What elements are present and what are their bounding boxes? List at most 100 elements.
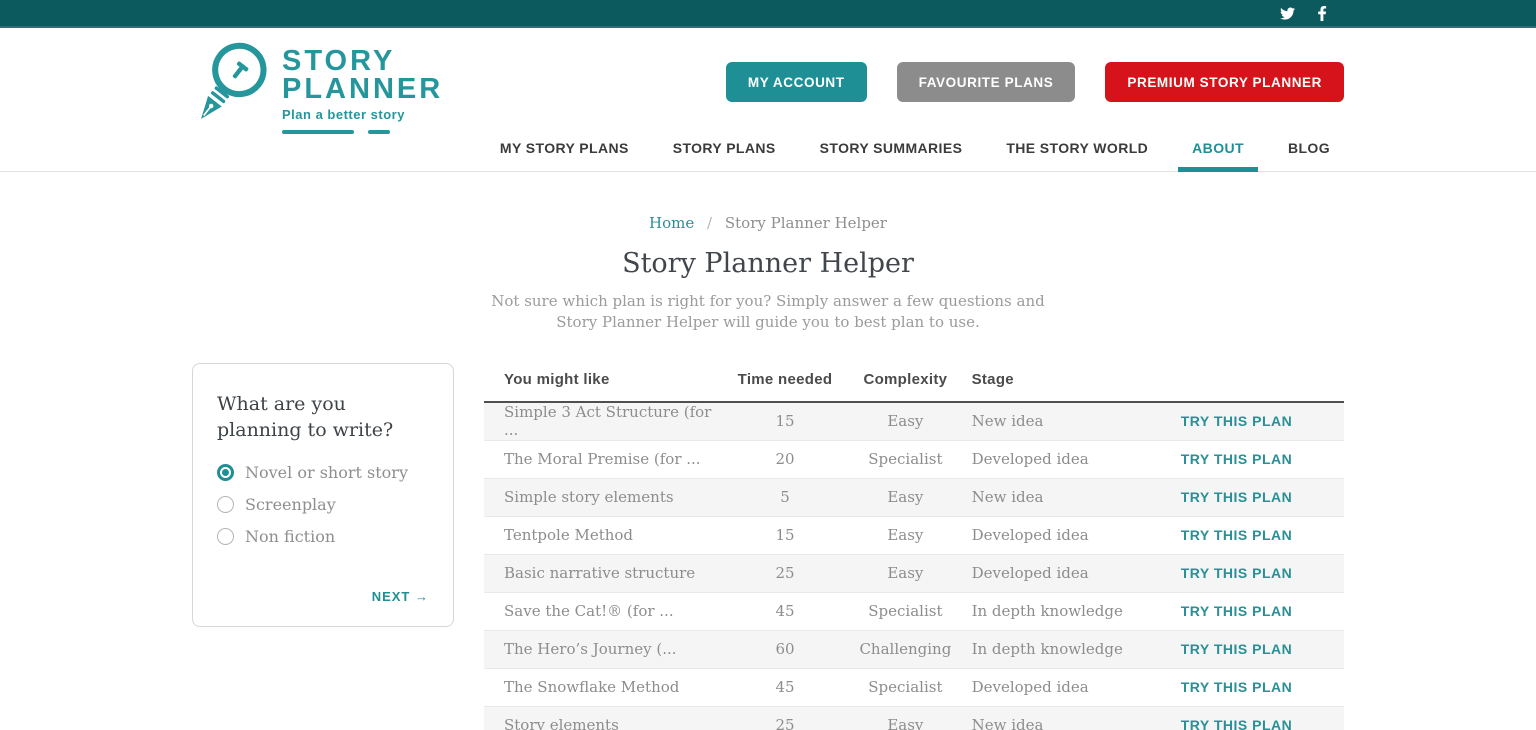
next-button[interactable]: NEXT → [372, 589, 429, 604]
breadcrumb-home-link[interactable]: Home [649, 214, 694, 232]
plan-cell-time: 25 [725, 706, 845, 730]
plan-cell-stage: New idea [966, 706, 1129, 730]
plan-cell-name: Basic narrative structure [484, 554, 725, 592]
logo[interactable]: STORY PLANNER Plan a better story [192, 38, 443, 134]
nav-item-my-story-plans[interactable]: MY STORY PLANS [486, 125, 643, 171]
plan-cell-complexity: Challenging [845, 630, 965, 668]
logo-text: STORY PLANNER Plan a better story [282, 38, 443, 134]
my-account-button[interactable]: MY ACCOUNT [726, 62, 867, 102]
nav-item-story-plans[interactable]: STORY PLANS [659, 125, 790, 171]
plan-cell-complexity: Easy [845, 516, 965, 554]
facebook-link[interactable] [1315, 6, 1330, 21]
plan-cell-complexity: Easy [845, 478, 965, 516]
plan-cell-action: TRY THIS PLAN [1129, 592, 1344, 630]
try-this-plan-link[interactable]: TRY THIS PLAN [1181, 717, 1293, 730]
plans-table: You might like Time needed Complexity St… [484, 363, 1344, 730]
column-header-stage: Stage [966, 363, 1129, 402]
try-this-plan-link[interactable]: TRY THIS PLAN [1181, 641, 1293, 657]
plan-row: Tentpole Method15EasyDeveloped ideaTRY T… [484, 516, 1344, 554]
plan-cell-time: 25 [725, 554, 845, 592]
plan-cell-name: Simple story elements [484, 478, 725, 516]
plan-cell-time: 5 [725, 478, 845, 516]
try-this-plan-link[interactable]: TRY THIS PLAN [1181, 603, 1293, 619]
plan-cell-complexity: Specialist [845, 592, 965, 630]
column-header-complexity: Complexity [845, 363, 965, 402]
try-this-plan-link[interactable]: TRY THIS PLAN [1181, 527, 1293, 543]
radio-option-label: Screenplay [245, 495, 336, 514]
logo-dashes [282, 130, 443, 134]
radio-option-screenplay[interactable]: Screenplay [217, 495, 429, 514]
plan-cell-stage: New idea [966, 402, 1129, 440]
question-options: Novel or short story Screenplay Non fictio… [217, 463, 429, 546]
plans-table-header-row: You might like Time needed Complexity St… [484, 363, 1344, 402]
plan-cell-stage: New idea [966, 478, 1129, 516]
plan-row: The Snowflake Method45SpecialistDevelope… [484, 668, 1344, 706]
lightbulb-pen-icon [192, 38, 274, 134]
plan-cell-name: The Snowflake Method [484, 668, 725, 706]
column-header-action [1129, 363, 1344, 402]
plan-row: The Moral Premise (for ...20SpecialistDe… [484, 440, 1344, 478]
plan-cell-complexity: Specialist [845, 440, 965, 478]
try-this-plan-link[interactable]: TRY THIS PLAN [1181, 489, 1293, 505]
breadcrumb-current: Story Planner Helper [725, 214, 887, 232]
main-nav: MY STORY PLANS STORY PLANS STORY SUMMARIES… [470, 125, 1344, 171]
question-text: What are you planning to write? [217, 392, 429, 443]
plan-cell-action: TRY THIS PLAN [1129, 706, 1344, 730]
page-subtitle: Not sure which plan is right for you? Si… [478, 291, 1058, 333]
plan-cell-time: 20 [725, 440, 845, 478]
plan-cell-time: 60 [725, 630, 845, 668]
plan-row: Story elements25EasyNew ideaTRY THIS PLA… [484, 706, 1344, 730]
plan-cell-time: 15 [725, 402, 845, 440]
column-header-time-needed: Time needed [725, 363, 845, 402]
header-inner: STORY PLANNER Plan a better story MY ACC… [192, 28, 1344, 171]
card-footer: NEXT → [217, 588, 429, 606]
plan-cell-name: Simple 3 Act Structure (for ... [484, 402, 725, 440]
main-content: What are you planning to write? Novel or… [192, 363, 1344, 730]
plans-table-head: You might like Time needed Complexity St… [484, 363, 1344, 402]
nav-item-story-summaries[interactable]: STORY SUMMARIES [806, 125, 977, 171]
radio-unselected-icon[interactable] [217, 528, 234, 545]
radio-option-non-fiction[interactable]: Non fiction [217, 527, 429, 546]
twitter-icon [1280, 6, 1295, 21]
plan-cell-complexity: Easy [845, 554, 965, 592]
column-header-you-might-like: You might like [484, 363, 725, 402]
plan-cell-name: Tentpole Method [484, 516, 725, 554]
plan-cell-name: The Moral Premise (for ... [484, 440, 725, 478]
radio-unselected-icon[interactable] [217, 496, 234, 513]
right-arrow-icon: → [415, 589, 429, 604]
plan-cell-stage: Developed idea [966, 440, 1129, 478]
logo-word-story: STORY [282, 48, 443, 76]
nav-item-the-story-world[interactable]: THE STORY WORLD [992, 125, 1162, 171]
header-right: MY ACCOUNT FAVOURITE PLANS PREMIUM STORY… [470, 28, 1344, 171]
top-social-bar-inner [192, 0, 1344, 26]
plan-cell-stage: Developed idea [966, 554, 1129, 592]
plan-cell-action: TRY THIS PLAN [1129, 630, 1344, 668]
radio-option-novel-or-short-story[interactable]: Novel or short story [217, 463, 429, 482]
plan-row: Simple story elements5EasyNew idea TRY TH… [484, 478, 1344, 516]
logo-dash-short [368, 130, 390, 134]
twitter-link[interactable] [1280, 6, 1295, 21]
plan-row: Basic narrative structure25EasyDeveloped… [484, 554, 1344, 592]
nav-item-blog[interactable]: BLOG [1274, 125, 1344, 171]
plan-cell-stage: Developed idea [966, 516, 1129, 554]
radio-option-label: Non fiction [245, 527, 335, 546]
nav-item-about[interactable]: ABOUT [1178, 125, 1258, 171]
try-this-plan-link[interactable]: TRY THIS PLAN [1181, 413, 1293, 429]
favourite-plans-button[interactable]: FAVOURITE PLANS [897, 62, 1076, 102]
plan-row: The Hero’s Journey (...60ChallengingIn d… [484, 630, 1344, 668]
try-this-plan-link[interactable]: TRY THIS PLAN [1181, 451, 1293, 467]
radio-selected-icon[interactable] [217, 464, 234, 481]
try-this-plan-link[interactable]: TRY THIS PLAN [1181, 679, 1293, 695]
question-card: What are you planning to write? Novel or… [192, 363, 454, 627]
logo-tagline: Plan a better story [282, 107, 443, 122]
page-title: Story Planner Helper [0, 248, 1536, 279]
breadcrumb: Home / Story Planner Helper [0, 214, 1536, 232]
plan-cell-action: TRY THIS PLAN [1129, 440, 1344, 478]
plan-cell-action: TRY THIS PLAN [1129, 516, 1344, 554]
premium-story-planner-button[interactable]: PREMIUM STORY PLANNER [1105, 62, 1344, 102]
breadcrumb-separator: / [707, 214, 712, 232]
plan-cell-name: The Hero’s Journey (... [484, 630, 725, 668]
logo-dash-long [282, 130, 354, 134]
try-this-plan-link[interactable]: TRY THIS PLAN [1181, 565, 1293, 581]
plan-cell-time: 45 [725, 592, 845, 630]
